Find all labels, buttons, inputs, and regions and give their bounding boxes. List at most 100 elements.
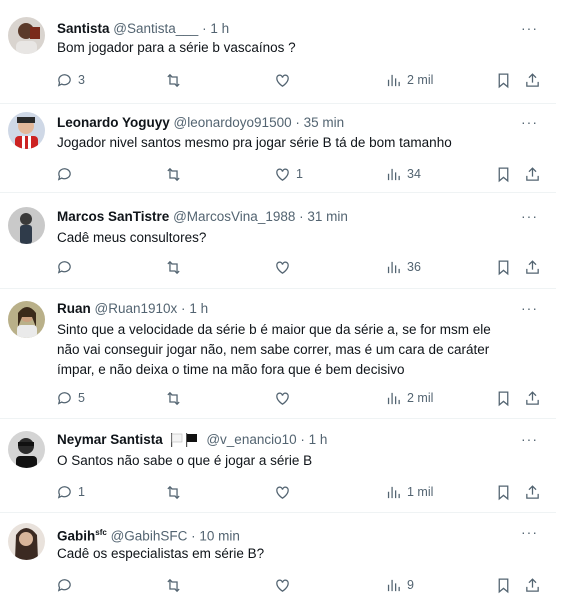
- timestamp[interactable]: 10 min: [199, 529, 240, 544]
- views-button[interactable]: 36: [385, 257, 421, 277]
- share-button[interactable]: [524, 70, 541, 90]
- share-button[interactable]: [524, 388, 541, 408]
- reply-button[interactable]: [56, 164, 73, 184]
- like-button[interactable]: [274, 482, 291, 502]
- retweet-button[interactable]: [165, 482, 182, 502]
- reply-item[interactable]: Marcos SanTistre @MarcosVina_1988 · 31 m…: [0, 193, 556, 289]
- reply-text: Jogador nivel santos mesmo pra jogar sér…: [57, 135, 452, 150]
- avatar[interactable]: [8, 431, 45, 468]
- like-button[interactable]: [274, 70, 291, 90]
- bookmark-button[interactable]: [495, 575, 512, 595]
- display-name[interactable]: Neymar Santista: [57, 432, 163, 447]
- display-name[interactable]: Santista: [57, 21, 110, 36]
- user-handle[interactable]: @MarcosVina_1988: [173, 209, 295, 224]
- retweet-icon: [167, 578, 180, 592]
- reply-item[interactable]: Santista @Santista___ · 1 h ··· Bom joga…: [0, 0, 556, 104]
- action-bar: 36: [48, 257, 548, 277]
- more-icon[interactable]: ···: [521, 524, 538, 540]
- like-button[interactable]: [274, 257, 291, 277]
- reply-icon: [57, 260, 71, 274]
- user-handle[interactable]: @GabihSFC: [111, 529, 188, 544]
- timestamp[interactable]: 1 h: [309, 432, 328, 447]
- more-icon[interactable]: ···: [521, 20, 538, 36]
- name-superscript: sfc: [95, 528, 107, 537]
- share-icon: [526, 72, 539, 87]
- avatar[interactable]: [8, 112, 45, 149]
- like-button[interactable]: [274, 388, 291, 408]
- bookmark-icon: [498, 72, 509, 88]
- views-count: 34: [407, 167, 421, 181]
- retweet-button[interactable]: [165, 70, 182, 90]
- reply-text: Cadê os especialistas em série B?: [57, 546, 265, 561]
- share-button[interactable]: [524, 257, 541, 277]
- separator: ·: [295, 115, 300, 130]
- avatar[interactable]: [8, 17, 45, 54]
- reply-button[interactable]: [56, 257, 73, 277]
- reply-count: 5: [78, 391, 85, 405]
- more-icon[interactable]: ···: [521, 300, 538, 316]
- like-count: 1: [296, 167, 303, 181]
- retweet-button[interactable]: [165, 257, 182, 277]
- share-button[interactable]: [524, 164, 541, 184]
- views-button[interactable]: 34: [385, 164, 421, 184]
- like-button[interactable]: [274, 575, 291, 595]
- avatar[interactable]: [8, 523, 45, 560]
- retweet-icon: [167, 260, 180, 274]
- retweet-button[interactable]: [165, 388, 182, 408]
- views-button[interactable]: 2 mil: [385, 70, 433, 90]
- timestamp[interactable]: 1 h: [189, 301, 208, 316]
- more-icon[interactable]: ···: [521, 208, 538, 224]
- more-icon[interactable]: ···: [521, 431, 538, 447]
- bookmark-button[interactable]: [495, 388, 512, 408]
- views-button[interactable]: 9: [385, 575, 414, 595]
- bookmark-button[interactable]: [495, 164, 512, 184]
- timestamp[interactable]: 1 h: [210, 21, 229, 36]
- user-handle[interactable]: @Santista___: [113, 21, 198, 36]
- bookmark-icon: [498, 259, 509, 275]
- user-handle[interactable]: @leonardoyo91500: [174, 115, 292, 130]
- reply-button[interactable]: 1: [56, 482, 85, 502]
- reply-item[interactable]: Leonardo Yoguyy @leonardoyo91500 · 35 mi…: [0, 104, 556, 193]
- reply-button[interactable]: 3: [56, 70, 85, 90]
- display-name[interactable]: Gabih: [57, 529, 95, 544]
- avatar[interactable]: [8, 207, 45, 244]
- flags-icon: [170, 433, 197, 448]
- reply-item[interactable]: Neymar Santista @v_enancio10 · 1 h ··· O…: [0, 419, 556, 513]
- bookmark-button[interactable]: [495, 257, 512, 277]
- retweet-button[interactable]: [165, 164, 182, 184]
- display-name[interactable]: Leonardo Yoguyy: [57, 115, 170, 130]
- bookmark-icon: [498, 484, 509, 500]
- separator: ·: [181, 301, 186, 316]
- share-button[interactable]: [524, 482, 541, 502]
- views-button[interactable]: 2 mil: [385, 388, 433, 408]
- separator: ·: [300, 432, 305, 447]
- display-name[interactable]: Ruan: [57, 301, 91, 316]
- user-handle[interactable]: @v_enancio10: [206, 432, 296, 447]
- retweet-icon: [167, 73, 180, 87]
- bookmark-button[interactable]: [495, 482, 512, 502]
- reply-button[interactable]: [56, 575, 73, 595]
- bookmark-button[interactable]: [495, 70, 512, 90]
- views-button[interactable]: 1 mil: [385, 482, 433, 502]
- like-button[interactable]: 1: [274, 164, 303, 184]
- more-icon[interactable]: ···: [521, 114, 538, 130]
- reply-text: O Santos não sabe o que é jogar a série …: [57, 453, 313, 468]
- bookmark-icon: [498, 166, 509, 182]
- reply-item[interactable]: Gabihsfc @GabihSFC · 10 min ··· Cadê os …: [0, 513, 556, 611]
- reply-text: Sinto que a velocidade da série b é maio…: [57, 320, 527, 380]
- reply-icon: [57, 485, 71, 499]
- avatar[interactable]: [8, 301, 45, 338]
- user-handle[interactable]: @Ruan1910x: [95, 301, 178, 316]
- reply-icon: [57, 578, 71, 592]
- display-name[interactable]: Marcos SanTistre: [57, 209, 169, 224]
- retweet-button[interactable]: [165, 575, 182, 595]
- timestamp[interactable]: 31 min: [307, 209, 348, 224]
- separator: ·: [191, 528, 196, 544]
- reply-item[interactable]: Ruan @Ruan1910x · 1 h ··· Sinto que a ve…: [0, 289, 556, 419]
- share-button[interactable]: [524, 575, 541, 595]
- separator: ·: [299, 209, 304, 224]
- reply-text: Bom jogador para a série b vascaínos ?: [57, 40, 296, 55]
- reply-text-line: ímpar, e não deixa o time na mão fora qu…: [57, 362, 405, 377]
- reply-button[interactable]: 5: [56, 388, 85, 408]
- timestamp[interactable]: 35 min: [304, 115, 345, 130]
